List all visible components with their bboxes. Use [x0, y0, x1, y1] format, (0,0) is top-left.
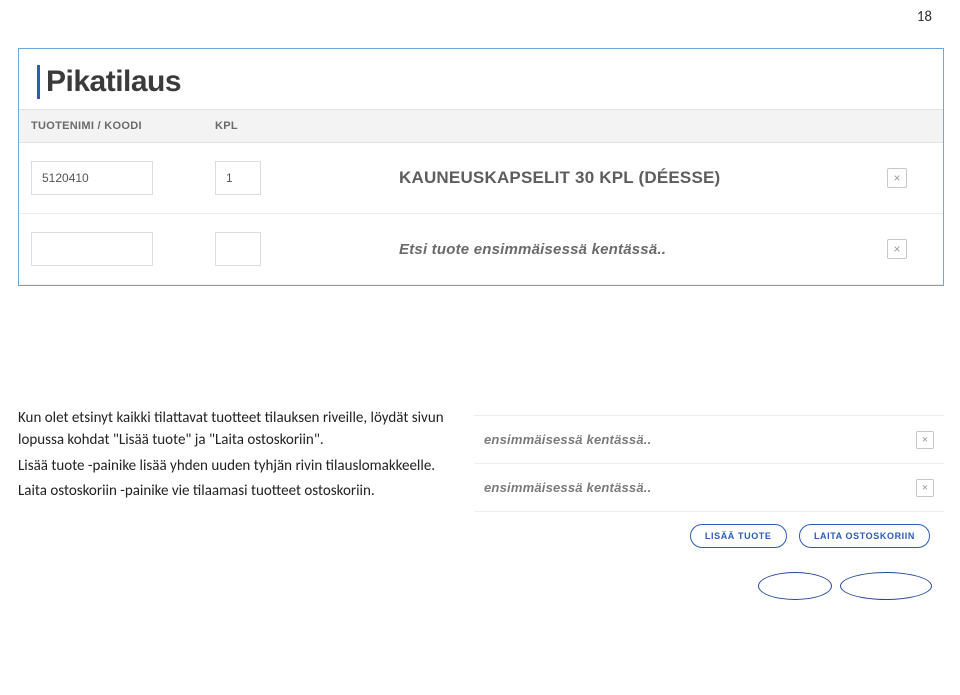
delete-row-button[interactable]: ×: [916, 479, 934, 497]
table-row: 5120410 1 KAUNEUSKAPSELIT 30 KPL (DÉESSE…: [19, 143, 943, 214]
col-header-name: TUOTENIMI / KOODI: [19, 110, 203, 143]
product-code-input[interactable]: 5120410: [31, 161, 153, 195]
col-header-desc: [387, 110, 875, 143]
quick-order-panel: Pikatilaus TUOTENIMI / KOODI KPL 5120410…: [18, 48, 944, 286]
table-row: ensimmäisessä kentässä.. ×: [474, 416, 944, 464]
delete-row-button[interactable]: ×: [887, 239, 907, 259]
instruction-p2: Lisää tuote -painike lisää yhden uuden t…: [18, 456, 458, 478]
quick-order-panel-cropped: ensimmäisessä kentässä.. × ensimmäisessä…: [474, 415, 944, 562]
table-row: Etsi tuote ensimmäisessä kentässä.. ×: [19, 214, 943, 285]
instructions-text: Kun olet etsinyt kaikki tilattavat tuott…: [18, 408, 458, 507]
quantity-input[interactable]: 1: [215, 161, 261, 195]
instruction-p1: Kun olet etsinyt kaikki tilattavat tuott…: [18, 408, 458, 452]
delete-row-button[interactable]: ×: [887, 168, 907, 188]
product-description: KAUNEUSKAPSELIT 30 KPL (DÉESSE): [387, 143, 875, 214]
instruction-p3: Laita ostoskoriin -painike vie tilaamasi…: [18, 481, 458, 503]
product-description-placeholder: Etsi tuote ensimmäisessä kentässä..: [387, 214, 875, 285]
product-description-placeholder: ensimmäisessä kentässä..: [474, 464, 890, 512]
quantity-input[interactable]: [215, 232, 261, 266]
page-number: 18: [917, 8, 932, 26]
panel-title: Pikatilaus: [37, 65, 925, 99]
col-header-delete: [875, 110, 943, 143]
annotation-circle: [840, 572, 932, 600]
product-code-input[interactable]: [31, 232, 153, 266]
product-description-placeholder: ensimmäisessä kentässä..: [474, 416, 890, 464]
col-header-qty: KPL: [203, 110, 387, 143]
table-row: ensimmäisessä kentässä.. ×: [474, 464, 944, 512]
add-to-cart-button[interactable]: LAITA OSTOSKORIIN: [799, 524, 930, 548]
order-table: TUOTENIMI / KOODI KPL 5120410 1 KAUNEUSK…: [19, 109, 943, 285]
add-product-button[interactable]: LISÄÄ TUOTE: [690, 524, 787, 548]
delete-row-button[interactable]: ×: [916, 431, 934, 449]
annotation-circle: [758, 572, 832, 600]
